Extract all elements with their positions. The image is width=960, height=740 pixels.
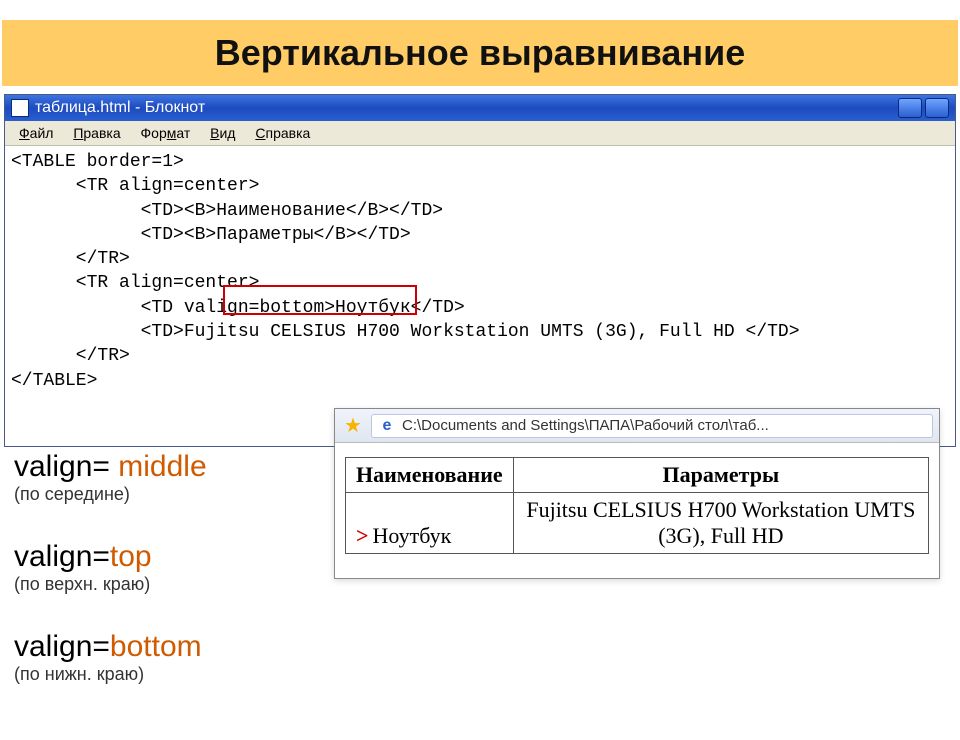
code-line: <TD><B>Параметры</B></TD> <box>11 225 411 245</box>
browser-preview-window: ★ e C:\Documents and Settings\ПАПА\Рабоч… <box>334 408 940 579</box>
valign-bottom-label: valign=bottom <box>14 630 314 664</box>
table-header-params: Параметры <box>513 458 928 493</box>
html-preview-table: Наименование Параметры >Ноутбук Fujitsu … <box>345 457 929 554</box>
menu-edit[interactable]: Правка <box>65 123 128 143</box>
table-cell-params: Fujitsu CELSIUS H700 Workstation UMTS (3… <box>513 493 928 554</box>
address-path: C:\Documents and Settings\ПАПА\Рабочий с… <box>402 417 769 434</box>
browser-addressbar: ★ e C:\Documents and Settings\ПАПА\Рабоч… <box>335 409 939 443</box>
menu-view[interactable]: Вид <box>202 123 243 143</box>
notepad-icon <box>11 99 29 117</box>
slide-title-bar: Вертикальное выравнивание <box>2 20 958 86</box>
menu-help[interactable]: Справка <box>247 123 318 143</box>
code-line: <TR align=center> <box>11 176 259 196</box>
notepad-title: таблица.html - Блокнот <box>35 99 205 117</box>
code-line: </TR> <box>11 346 130 366</box>
browser-content: Наименование Параметры >Ноутбук Fujitsu … <box>335 443 939 578</box>
notepad-body[interactable]: <TABLE border=1> <TR align=center> <TD><… <box>5 146 955 446</box>
notepad-titlebar: таблица.html - Блокнот <box>5 95 955 121</box>
ie-icon: e <box>378 417 396 435</box>
maximize-button[interactable] <box>925 98 949 118</box>
valign-middle-block: valign= middle (по середине) <box>14 450 314 505</box>
code-line: </TABLE> <box>11 371 97 391</box>
table-header-name: Наименование <box>346 458 514 493</box>
table-cell-notebook: >Ноутбук <box>346 493 514 554</box>
code-line: <TD valign=bottom>Ноутбук</TD> <box>11 298 465 318</box>
valign-bottom-desc: (по нижн. краю) <box>14 664 314 685</box>
window-buttons <box>898 98 949 118</box>
favorites-star-icon[interactable]: ★ <box>341 413 365 438</box>
menu-file[interactable]: Файл <box>11 123 61 143</box>
code-line: <TABLE border=1> <box>11 152 184 172</box>
valign-middle-desc: (по середине) <box>14 484 314 505</box>
code-line: </TR> <box>11 249 130 269</box>
slide-title: Вертикальное выравнивание <box>22 32 938 74</box>
valign-top-desc: (по верхн. краю) <box>14 574 314 595</box>
valign-top-label: valign=top <box>14 540 314 574</box>
code-line: <TR align=center> <box>11 273 259 293</box>
caret-icon: > <box>356 523 369 548</box>
notepad-menubar: Файл Правка Формат Вид Справка <box>5 121 955 146</box>
table-row: Наименование Параметры <box>346 458 929 493</box>
valign-middle-label: valign= middle <box>14 450 314 484</box>
table-row: >Ноутбук Fujitsu CELSIUS H700 Workstatio… <box>346 493 929 554</box>
minimize-button[interactable] <box>898 98 922 118</box>
valign-top-block: valign=top (по верхн. краю) <box>14 540 314 595</box>
valign-bottom-block: valign=bottom (по нижн. краю) <box>14 630 314 685</box>
code-line: <TD><B>Наименование</B></TD> <box>11 201 443 221</box>
notepad-window: таблица.html - Блокнот Файл Правка Форма… <box>4 94 956 447</box>
menu-format[interactable]: Формат <box>133 123 199 143</box>
address-field[interactable]: e C:\Documents and Settings\ПАПА\Рабочий… <box>371 414 933 438</box>
code-line: <TD>Fujitsu CELSIUS H700 Workstation UMT… <box>11 322 800 342</box>
